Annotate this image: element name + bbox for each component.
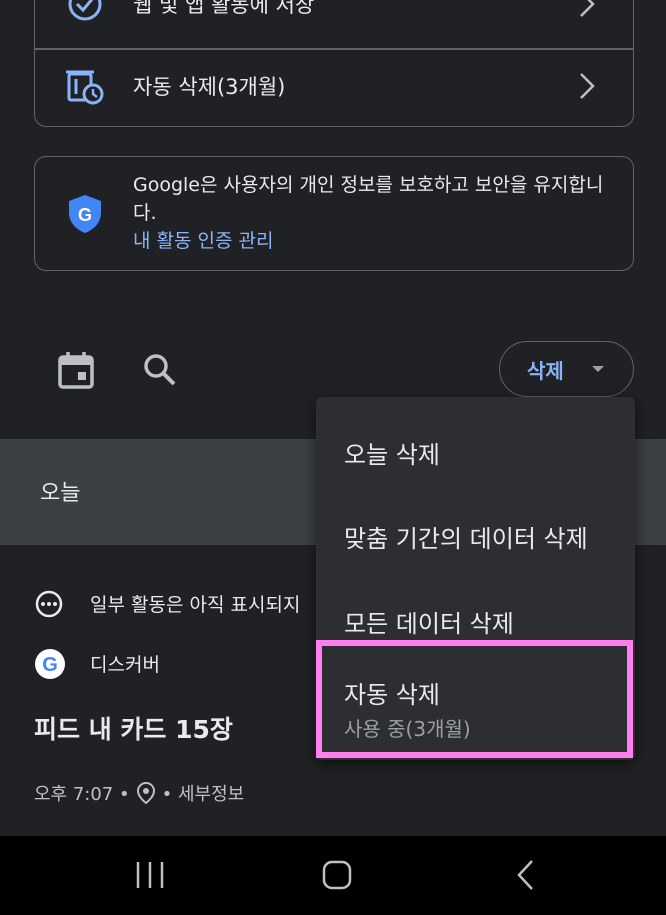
location-pin-icon xyxy=(136,781,155,805)
auto-delete-label: 자동 삭제(3개월) xyxy=(133,75,286,99)
caret-down-icon xyxy=(592,366,604,372)
activity-time: 오후 7:07 • xyxy=(34,784,130,805)
auto-delete-row[interactable]: 자동 삭제(3개월) xyxy=(35,50,633,122)
system-navigation-bar xyxy=(0,836,666,915)
svg-text:G: G xyxy=(42,654,58,676)
more-horiz-circle-icon xyxy=(35,590,63,618)
privacy-info-card: G Google은 사용자의 개인 정보를 보호하고 보안을 유지합니다. 내 … xyxy=(34,156,634,271)
auto-delete-highlight-box xyxy=(316,640,633,758)
auto-delete-icon xyxy=(66,70,104,105)
details-link[interactable]: • 세부정보 xyxy=(162,780,245,806)
menu-item-delete-custom-range[interactable]: 맞춤 기간의 데이터 삭제 xyxy=(344,519,588,554)
check-circle-icon xyxy=(68,0,102,21)
today-label: 오늘 xyxy=(40,481,81,506)
menu-item-delete-today[interactable]: 오늘 삭제 xyxy=(344,435,440,470)
calendar-icon[interactable] xyxy=(56,350,96,390)
activity-meta: 오후 7:07 • • 세부정보 xyxy=(34,780,244,806)
chevron-right-icon xyxy=(580,0,595,17)
search-icon[interactable] xyxy=(140,350,180,390)
chevron-right-icon xyxy=(580,73,595,99)
back-icon[interactable] xyxy=(514,858,536,892)
delete-dropdown-button[interactable]: 삭제 xyxy=(499,341,634,397)
web-app-activity-label: 웹 및 앱 활동에 저장 xyxy=(133,0,315,17)
home-icon[interactable] xyxy=(322,860,352,890)
google-shield-icon: G xyxy=(69,195,101,233)
delete-button-label: 삭제 xyxy=(527,358,564,383)
source-label: 디스커버 xyxy=(90,654,160,676)
web-app-activity-row[interactable]: 웹 및 앱 활동에 저장 xyxy=(35,0,633,40)
activity-title[interactable]: 피드 내 카드 15장 xyxy=(34,710,233,746)
activity-notice-text: 일부 활동은 아직 표시되지 xyxy=(90,594,301,616)
recent-apps-icon[interactable] xyxy=(133,860,167,890)
svg-text:G: G xyxy=(78,205,92,225)
privacy-info-text: Google은 사용자의 개인 정보를 보호하고 보안을 유지합니다. xyxy=(133,174,604,224)
menu-item-delete-all[interactable]: 모든 데이터 삭제 xyxy=(344,604,514,639)
activity-settings-card: 웹 및 앱 활동에 저장 자동 삭제(3개월) xyxy=(34,0,634,127)
manage-verification-link[interactable]: 내 활동 인증 관리 xyxy=(133,230,273,252)
google-logo-icon: G xyxy=(35,649,65,679)
